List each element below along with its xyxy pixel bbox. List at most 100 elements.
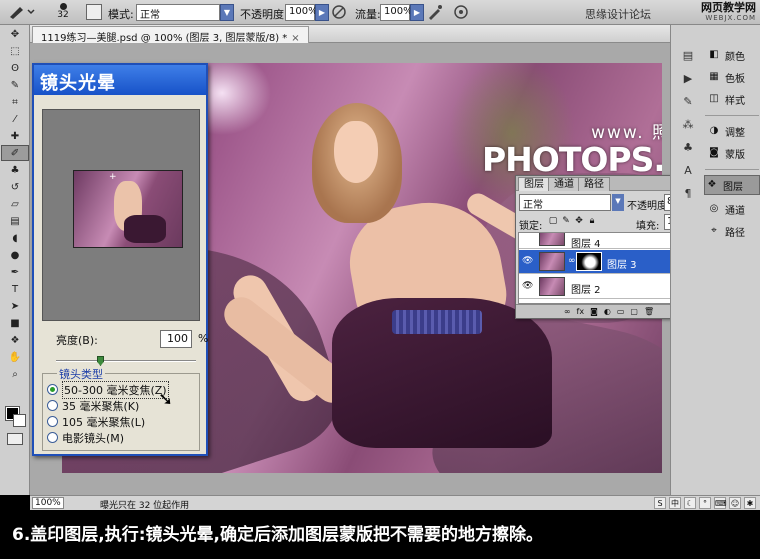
flow-input[interactable]: 100%: [380, 4, 413, 21]
radio-button[interactable]: [47, 400, 58, 411]
tab-paths[interactable]: 路径: [578, 177, 610, 191]
quick-mask-button[interactable]: [7, 433, 23, 445]
paragraph-icon[interactable]: ¶: [676, 184, 700, 204]
adjustment-layer-icon[interactable]: ◐: [604, 307, 611, 316]
dock-item-masks[interactable]: ◙ 蒙版: [707, 143, 759, 163]
group-icon[interactable]: ▭: [617, 307, 625, 316]
tab-channels[interactable]: 通道: [548, 177, 580, 191]
lens-option-35[interactable]: 35 毫米聚焦(K): [47, 398, 139, 413]
type-tool-icon[interactable]: T: [1, 281, 29, 297]
dialog-title[interactable]: 镜头光晕: [34, 65, 206, 95]
layer-row-4[interactable]: 图层 4: [519, 233, 691, 250]
hand-tool-icon[interactable]: ✋: [1, 349, 29, 365]
tool-presets-icon[interactable]: ✎: [676, 92, 700, 112]
layer-style-icon[interactable]: fx: [577, 307, 585, 316]
lasso-tool-icon[interactable]: ʘ: [1, 60, 29, 76]
character-icon[interactable]: A: [676, 161, 700, 181]
radio-button[interactable]: [47, 384, 58, 395]
close-icon[interactable]: ×: [291, 33, 299, 44]
background-color-swatch[interactable]: [13, 414, 26, 427]
history-brush-tool-icon[interactable]: ↺: [1, 179, 29, 195]
lens-option-105[interactable]: 105 毫米聚焦(L): [47, 414, 145, 429]
eye-icon[interactable]: 👁︎: [522, 256, 534, 266]
brightness-input[interactable]: 100: [160, 330, 192, 348]
lock-position-icon[interactable]: ✥: [574, 216, 584, 226]
punct-icon[interactable]: °: [699, 497, 711, 509]
toggle-brush-panel-button[interactable]: [86, 4, 102, 20]
eyedropper-tool-icon[interactable]: ⁄: [1, 111, 29, 127]
dodge-tool-icon[interactable]: ●: [1, 247, 29, 263]
gradient-tool-icon[interactable]: ▤: [1, 213, 29, 229]
pen-tool-icon[interactable]: ✒: [1, 264, 29, 280]
lens-option-movie[interactable]: 电影镜头(M): [47, 430, 124, 445]
layer-row-2[interactable]: 👁︎ 图层 2: [519, 275, 691, 299]
move-tool-icon[interactable]: ✥: [1, 26, 29, 42]
opacity-slider-toggle[interactable]: ▶: [315, 4, 329, 21]
styles-icon: ◫: [709, 93, 719, 104]
eye-icon[interactable]: 👁︎: [522, 281, 534, 291]
new-layer-icon[interactable]: ▢: [630, 307, 638, 316]
dock-item-paths[interactable]: ⌖ 路径: [707, 221, 759, 241]
eraser-tool-icon[interactable]: ▱: [1, 196, 29, 212]
eye-icon[interactable]: [522, 233, 534, 241]
flare-preview-thumbnail[interactable]: +: [73, 170, 183, 248]
dock-item-adjustments[interactable]: ◑ 调整: [707, 121, 759, 141]
dock-item-swatches[interactable]: ▦ 色板: [707, 67, 759, 87]
link-layers-icon[interactable]: ∞: [564, 307, 571, 316]
trash-icon[interactable]: 🗑︎: [644, 307, 654, 316]
keyboard-icon[interactable]: ⌨: [714, 497, 727, 509]
dock-item-color[interactable]: ◧ 颜色: [707, 45, 759, 65]
blend-mode-select[interactable]: 正常: [519, 194, 611, 211]
ime-icon[interactable]: S: [654, 497, 666, 509]
document-tab[interactable]: 1119练习—美腿.psd @ 100% (图层 3, 图层蒙版/8) * ×: [32, 26, 309, 44]
layer-row-3[interactable]: 👁︎ ∞ 图层 3: [519, 250, 691, 274]
lock-pixels-icon[interactable]: ✎: [561, 216, 571, 226]
chevron-down-icon[interactable]: ▼: [220, 4, 234, 21]
airbrush-icon[interactable]: [426, 3, 444, 21]
flow-slider-toggle[interactable]: ▶: [410, 4, 424, 21]
history-icon[interactable]: ▤: [676, 46, 700, 66]
shape-tool-icon[interactable]: ■: [1, 315, 29, 331]
tab-layers[interactable]: 图层: [518, 177, 550, 191]
marquee-tool-icon[interactable]: ⬚: [1, 43, 29, 59]
cn-mode-icon[interactable]: 中: [669, 497, 681, 509]
opacity-input[interactable]: 100%: [285, 4, 318, 21]
radio-button[interactable]: [47, 432, 58, 443]
mask-link-icon[interactable]: ∞: [568, 256, 576, 266]
moon-icon[interactable]: ☾: [684, 497, 696, 509]
tablet-size-icon[interactable]: [452, 3, 470, 21]
crop-tool-icon[interactable]: ⌗: [1, 94, 29, 110]
lens-flare-dialog: 镜头光晕 + 亮度(B): 100 % 镜头类型 50-300 毫米变焦(Z) …: [32, 63, 208, 456]
zoom-tool-icon[interactable]: ⌕: [1, 366, 29, 382]
radio-button[interactable]: [47, 416, 58, 427]
path-select-tool-icon[interactable]: ➤: [1, 298, 29, 314]
options-bar: 32 模式: 正常 ▼ 不透明度: 100% ▶ 流量: 100% ▶ 思缘设计…: [0, 0, 760, 25]
layer-mask-thumbnail[interactable]: [576, 252, 602, 271]
flare-center-crosshair-icon[interactable]: +: [109, 172, 117, 182]
tool-preset-picker[interactable]: [6, 3, 36, 21]
chevron-down-icon[interactable]: ▼: [612, 194, 624, 211]
slider-thumb[interactable]: [97, 356, 104, 366]
tools-icon[interactable]: ✱: [744, 497, 756, 509]
brush-preset-picker[interactable]: 32: [48, 2, 78, 22]
clone-source-icon[interactable]: ♣: [676, 138, 700, 158]
lock-all-icon[interactable]: 🔒︎: [587, 216, 597, 226]
quick-select-tool-icon[interactable]: ✎: [1, 77, 29, 93]
3d-tool-icon[interactable]: ❖: [1, 332, 29, 348]
dock-item-styles[interactable]: ◫ 样式: [707, 89, 759, 109]
blur-tool-icon[interactable]: ◖: [1, 230, 29, 246]
zoom-input[interactable]: 100%: [32, 497, 64, 509]
lock-transparency-icon[interactable]: ▢: [548, 216, 558, 226]
brush-tool-icon[interactable]: ✐: [1, 145, 29, 161]
user-icon[interactable]: ☺: [729, 497, 741, 509]
lens-option-50-300[interactable]: 50-300 毫米变焦(Z): [47, 380, 169, 399]
actions-icon[interactable]: ▶: [676, 69, 700, 89]
tablet-opacity-icon[interactable]: [330, 3, 348, 21]
dock-item-channels[interactable]: ◎ 通道: [707, 199, 759, 219]
add-mask-icon[interactable]: ◙: [590, 307, 598, 316]
healing-tool-icon[interactable]: ✚: [1, 128, 29, 144]
brushes-icon[interactable]: ⁂: [676, 115, 700, 135]
clone-stamp-tool-icon[interactable]: ♣: [1, 162, 29, 178]
mode-select[interactable]: 正常: [136, 4, 220, 21]
dock-item-layers[interactable]: ❖ 图层: [704, 175, 760, 195]
